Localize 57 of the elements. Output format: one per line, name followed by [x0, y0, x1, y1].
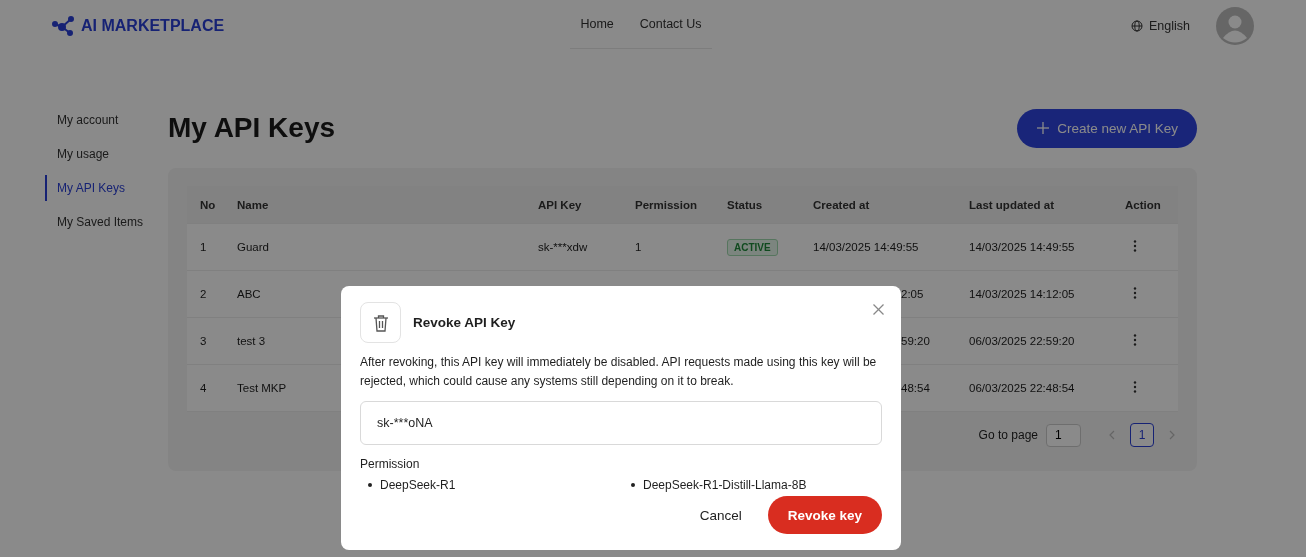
- column-header: Created at: [812, 198, 871, 211]
- column-header: Status: [726, 198, 764, 211]
- sidebar-item[interactable]: My usage: [45, 141, 168, 167]
- column-header: Permission: [634, 198, 698, 211]
- close-icon[interactable]: [873, 304, 884, 315]
- page-input[interactable]: 1: [1046, 423, 1081, 447]
- table-cell-text: test 3: [236, 335, 267, 347]
- language-selector[interactable]: English: [1149, 19, 1190, 33]
- column-header: No: [199, 198, 217, 211]
- table-cell-text: 48:54: [900, 382, 931, 394]
- logo-icon: [52, 16, 75, 36]
- table-cell-text: 06/03/2025 22:48:54: [968, 382, 1076, 394]
- column-header: Last updated at: [968, 198, 1055, 211]
- plus-icon: [1037, 122, 1050, 134]
- column-header: Action: [1124, 198, 1162, 211]
- table-cell-text: 14/03/2025 14:49:55: [968, 241, 1076, 253]
- table-cell-text: 14/03/2025 14:49:55: [812, 241, 920, 253]
- bullet-icon: [368, 483, 372, 487]
- revoke-button[interactable]: Revoke key: [767, 496, 882, 534]
- go-to-page-label: Go to page: [978, 428, 1038, 442]
- dialog-message: After revoking, this API key will immediately be disabled. API requests made using this key will be rejected, which could cause any systems still depending on it to break.: [360, 354, 878, 390]
- key-field[interactable]: sk-***oNA: [360, 401, 882, 445]
- nav-link[interactable]: Home: [580, 17, 614, 31]
- page-title: My API Keys: [168, 112, 336, 144]
- table-cell-text: ABC: [236, 288, 262, 300]
- permission-item: DeepSeek-R1: [380, 478, 456, 492]
- status-badge: ACTIVE: [727, 238, 778, 256]
- more-icon[interactable]: [1133, 334, 1137, 346]
- sidebar-item[interactable]: My account: [45, 107, 168, 133]
- more-icon[interactable]: [1133, 381, 1137, 393]
- permission-item: DeepSeek-R1-Distill-Llama-8B: [643, 478, 807, 492]
- page-button[interactable]: 1: [1130, 423, 1154, 447]
- table-cell-text: Guard: [236, 241, 270, 253]
- nav-link[interactable]: Contact Us: [639, 17, 702, 31]
- table-cell-text: 3: [199, 335, 208, 347]
- column-header: API Key: [537, 198, 583, 211]
- trash-icon: [372, 313, 389, 332]
- table-cell-text: 59:20: [900, 335, 931, 347]
- table-cell-text: 2:05: [900, 288, 925, 300]
- table-cell-text: 2: [199, 288, 208, 300]
- table-cell-text: 14/03/2025 14:12:05: [968, 288, 1076, 300]
- more-icon[interactable]: [1133, 287, 1137, 299]
- globe-icon: [1131, 20, 1143, 32]
- permission-label: Permission: [360, 457, 421, 471]
- table-cell-text: 4: [199, 382, 208, 394]
- logo-text[interactable]: AI MARKETPLACE: [81, 17, 225, 35]
- table-cell-text: 1: [634, 241, 643, 253]
- more-icon[interactable]: [1133, 240, 1137, 252]
- table-cell-text: 1: [199, 241, 208, 253]
- create-key-button[interactable]: Create new API Key: [1017, 108, 1197, 148]
- sidebar-item[interactable]: My Saved Items: [45, 209, 168, 235]
- bullet-icon: [631, 483, 635, 487]
- table-cell-text: 06/03/2025 22:59:20: [968, 335, 1076, 347]
- dialog-title: Revoke API Key: [413, 315, 516, 330]
- column-header: Name: [236, 198, 270, 211]
- cancel-button[interactable]: Cancel: [695, 501, 746, 529]
- table-cell-text: sk-***xdw: [537, 241, 589, 253]
